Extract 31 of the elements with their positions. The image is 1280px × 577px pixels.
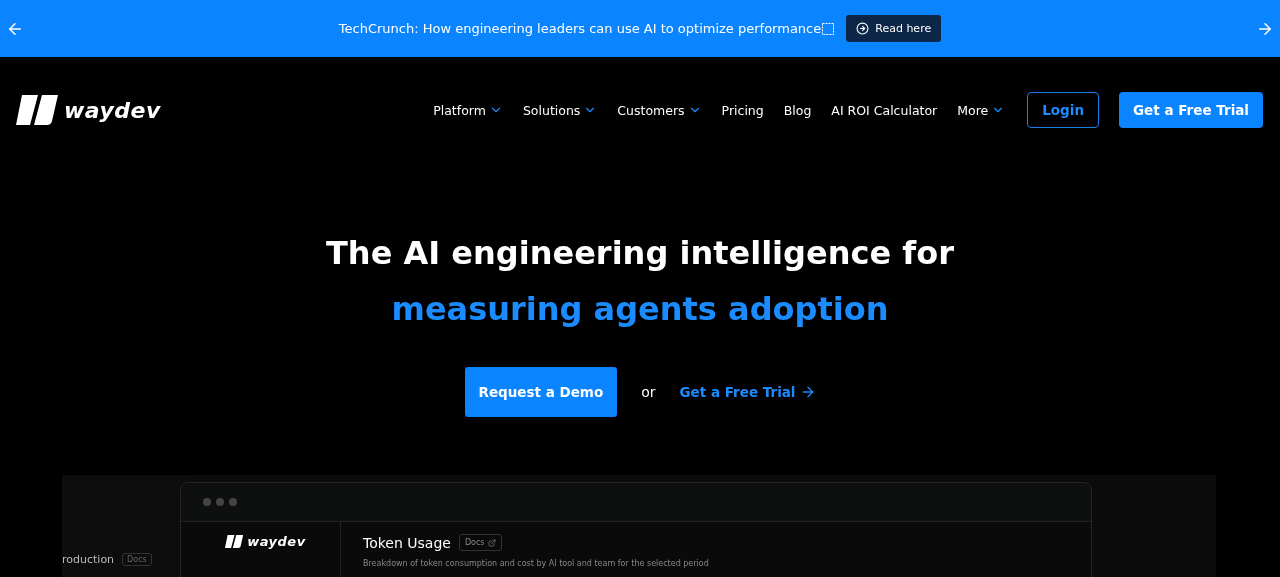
window-dot bbox=[216, 498, 224, 506]
external-link-icon bbox=[487, 538, 496, 547]
nav-link[interactable]: AI ROI Calculator bbox=[831, 102, 938, 118]
page-description: Breakdown of token consumption and cost by AI tool and team for the selected period bbox=[363, 559, 709, 568]
object-placeholder-icon bbox=[822, 22, 835, 35]
free-trial-link[interactable]: Get a Free Trial bbox=[679, 384, 816, 400]
logo-wordmark[interactable]: waydev bbox=[64, 97, 161, 123]
free-trial-button[interactable]: Get a Free Trial bbox=[1119, 92, 1263, 128]
announcement-text: TechCrunch: How engineering leaders can use AI to optimize performance bbox=[338, 21, 822, 36]
nav-link[interactable]: Platform bbox=[433, 102, 503, 118]
request-demo-button[interactable]: Request a Demo bbox=[464, 367, 618, 417]
or-text: or bbox=[641, 384, 656, 400]
arrow-circle-icon bbox=[856, 22, 870, 35]
window-dot bbox=[229, 498, 237, 506]
logo-icon bbox=[225, 535, 244, 548]
nav-link[interactable]: More bbox=[957, 102, 1006, 118]
read-here-button[interactable]: Read here bbox=[846, 15, 942, 42]
hero-heading: The AI engineering intelligence for bbox=[326, 233, 954, 274]
docs-link[interactable]: Docs bbox=[458, 534, 502, 551]
nav-link[interactable]: Solutions bbox=[522, 102, 598, 118]
page-title: Token Usage bbox=[363, 534, 451, 551]
section-title: roduction bbox=[62, 553, 115, 566]
nav-link[interactable]: Blog bbox=[783, 102, 812, 118]
hero-highlight: measuring agents adoption bbox=[391, 289, 889, 330]
docs-tag: Docs bbox=[122, 553, 152, 566]
nav-link[interactable]: Customers bbox=[617, 102, 702, 118]
nav-link[interactable]: Pricing bbox=[721, 102, 764, 118]
window-dot bbox=[203, 498, 211, 506]
logo-wordmark: waydev bbox=[247, 534, 306, 549]
logo-icon bbox=[16, 95, 58, 125]
login-button[interactable]: Login bbox=[1027, 92, 1099, 128]
